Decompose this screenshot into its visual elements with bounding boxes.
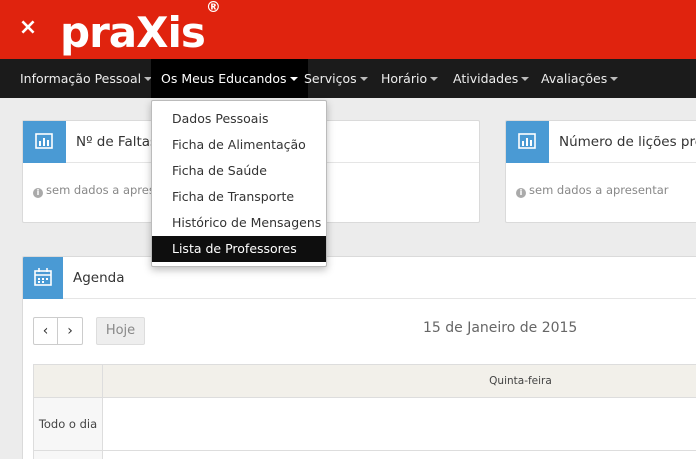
panel-agenda: Agenda ‹ › Hoje 15 de Janeiro de 2015 Qu… [22,256,696,459]
nav-label: Informação Pessoal [20,71,142,86]
empty-message: i sem dados a apresentar [516,183,669,198]
calendar-icon [23,257,63,299]
nav-label: Avaliações [541,71,608,86]
caret-down-icon [521,76,530,81]
time-header-cell [34,365,103,398]
menu-item-dados-pessoais[interactable]: Dados Pessoais [152,106,326,132]
all-day-label: Todo o dia [38,417,98,431]
nav-label: Atividades [453,71,519,86]
panel-title: Número de lições previstas [559,134,696,150]
caret-down-icon [359,76,368,81]
info-icon: i [516,188,526,198]
caret-down-icon [610,76,619,81]
nav-label: Horário [381,71,428,86]
educandos-dropdown-menu: Dados Pessoais Ficha de Alimentação Fich… [151,100,327,267]
nav-os-meus-educandos[interactable]: Os Meus Educandos [151,59,308,98]
panel-title: Nº de Faltas [76,134,158,150]
panel-header: Agenda [23,257,696,299]
close-icon[interactable]: × [18,16,38,40]
menu-item-lista-professores[interactable]: Lista de Professores [152,236,326,262]
all-day-label-cell: Todo o dia [34,398,103,451]
nav-horario[interactable]: Horário [381,59,439,98]
info-icon: i [33,188,43,198]
nav-servicos[interactable]: Serviços [304,59,368,98]
time-slot-label [34,451,103,459]
nav-avaliacoes[interactable]: Avaliações [541,59,619,98]
empty-text: sem dados a apresentar [529,183,669,197]
next-button[interactable]: › [58,317,83,345]
time-slot[interactable] [103,451,696,459]
caret-down-icon [430,76,439,81]
nav-label: Serviços [304,71,357,86]
menu-item-historico-mensagens[interactable]: Histórico de Mensagens [152,210,326,236]
day-header-cell: Quinta-feira [103,365,696,398]
panel-licoes: Número de lições previstas isem dados a … [505,120,696,223]
day-header-label: Quinta-feira [489,375,552,387]
menu-item-ficha-alimentacao[interactable]: Ficha de Alimentação [152,132,326,158]
all-day-slot[interactable] [103,398,696,451]
bar-chart-icon [506,121,549,163]
calendar-date: 15 de Janeiro de 2015 [423,320,578,336]
bar-chart-icon [23,121,66,163]
prev-button[interactable]: ‹ [33,317,58,345]
today-button[interactable]: Hoje [96,317,145,345]
calendar-grid: Quinta-feira Todo o dia [33,364,696,459]
app-header: × praXis® [0,0,696,59]
panel-header: Número de lições previstas [506,121,696,163]
nav-informacao-pessoal[interactable]: Informação Pessoal [20,59,153,98]
praxis-logo[interactable]: praXis® [60,0,221,58]
nav-atividades[interactable]: Atividades [453,59,530,98]
logo-text: praXis [60,8,206,57]
nav-label: Os Meus Educandos [161,71,287,86]
main-navbar: Informação Pessoal Os Meus Educandos Ser… [0,59,696,98]
menu-item-ficha-transporte[interactable]: Ficha de Transporte [152,184,326,210]
menu-item-ficha-saude[interactable]: Ficha de Saúde [152,158,326,184]
registered-mark: ® [205,0,221,16]
panel-title: Agenda [73,270,125,286]
caret-down-icon [289,76,298,81]
left-gutter [0,98,6,459]
